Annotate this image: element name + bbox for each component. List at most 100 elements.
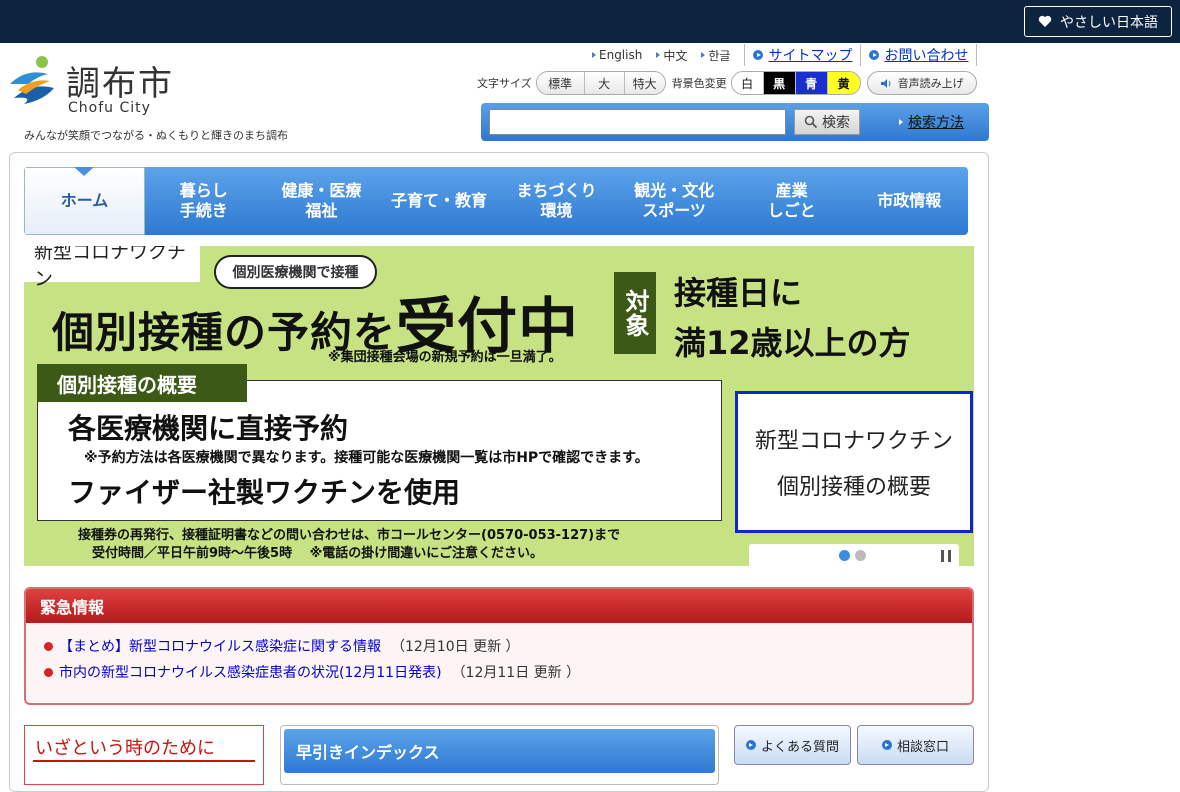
list-item: 市内の新型コロナウイルス感染症患者の状況(12月11日発表) （12月11日 更…	[44, 659, 972, 685]
font-size-xlarge[interactable]: 特大	[624, 72, 665, 94]
contact-label: お問い合わせ	[884, 48, 969, 64]
arrow-right-icon	[656, 52, 661, 58]
arrow-right-icon	[592, 52, 596, 58]
search-button-label: 検索	[822, 115, 850, 131]
update-date: （12月10日 更新 ）	[391, 639, 520, 655]
easy-japanese-label: やさしい日本語	[1060, 14, 1158, 31]
emergency-list: 【まとめ】新型コロナウイルス感染症に関する情報 （12月10日 更新 ） 市内の…	[26, 623, 972, 685]
nav-childcare[interactable]: 子育て・教育	[380, 167, 498, 235]
consult-label: 相談窓口	[896, 739, 949, 755]
banner-target-label: 対象	[614, 272, 656, 354]
bullet-icon	[44, 641, 53, 651]
bullet-icon	[44, 667, 53, 677]
faq-label: よくある質問	[760, 739, 839, 755]
lang-label: 한글	[708, 48, 731, 63]
banner-target-line1: 接種日に	[674, 274, 803, 312]
lang-english[interactable]: English	[592, 48, 642, 62]
banner-box-line2: ※予約方法は各医療機関で異なります。接種可能な医療機関一覧は市HPで確認できます…	[84, 450, 649, 466]
emergency-prep-panel[interactable]: いざという時のために	[24, 725, 264, 785]
banner-box-line3: ファイザー社製ワクチンを使用	[68, 476, 461, 509]
nav-tourism[interactable]: 観光・文化 スポーツ	[615, 167, 733, 235]
vaccine-banner[interactable]: 新型コロナワクチン 個別医療機関で接種 個別接種の予約を受付中 ※集団接種会場の…	[24, 246, 974, 566]
nav-health[interactable]: 健康・医療 福祉	[263, 167, 381, 235]
arrow-right-icon	[701, 52, 706, 58]
search-button[interactable]: 検索	[794, 109, 860, 135]
top-bar: やさしい日本語	[0, 0, 1180, 43]
slider-controls	[749, 544, 959, 566]
circle-arrow-icon	[881, 740, 892, 750]
nav-living[interactable]: 暮らし 手続き	[145, 167, 263, 235]
faq-button[interactable]: よくある質問	[734, 725, 851, 765]
emergency-title: 緊急情報	[26, 589, 972, 623]
banner-side-slide[interactable]: 新型コロナワクチン 個別接種の概要	[735, 391, 973, 533]
site-name-en: Chofu City	[68, 100, 151, 116]
lang-label: 中文	[663, 48, 688, 63]
search-icon	[804, 115, 818, 129]
banner-note: ※集団接種会場の新規予約は一旦満了。	[328, 350, 562, 365]
font-size-large[interactable]: 大	[584, 72, 625, 94]
font-size-group: 標準 大 特大	[535, 71, 666, 95]
emergency-link[interactable]: 市内の新型コロナウイルス感染症患者の状況(12月11日発表)	[59, 662, 442, 682]
slider-dot[interactable]	[839, 550, 850, 561]
voice-label: 音声読み上げ	[897, 77, 964, 90]
list-item: 【まとめ】新型コロナウイルス感染症に関する情報 （12月10日 更新 ）	[44, 633, 972, 659]
banner-tag: 新型コロナワクチン	[24, 246, 200, 290]
bg-color-group: 白 黒 青 黄	[730, 71, 861, 95]
quick-index-title: 早引きインデックス	[284, 729, 715, 773]
update-date: （12月11日 更新 ）	[451, 665, 581, 681]
nav-city-info[interactable]: 市政情報	[850, 167, 968, 235]
circle-arrow-icon	[745, 740, 756, 750]
bg-blue-button[interactable]: 青	[795, 72, 828, 94]
lang-label: English	[599, 48, 643, 62]
contact-link[interactable]: お問い合わせ	[860, 44, 978, 66]
global-nav: ホーム 暮らし 手続き 健康・医療 福祉 子育て・教育 まちづくり 環境 観光・…	[24, 167, 968, 235]
banner-foot-line2: 受付時間／平日午前9時～午後5時 ※電話の掛け間違いにご注意ください。	[92, 546, 543, 561]
nav-home[interactable]: ホーム	[24, 167, 145, 235]
search-help-label: 検索方法	[908, 115, 964, 131]
emergency-prep-title: いざという時のために	[35, 738, 215, 759]
speaker-icon	[880, 78, 891, 88]
slider-dot[interactable]	[855, 550, 866, 561]
banner-box-line1: 各医療機関に直接予約	[68, 412, 349, 445]
accessibility-controls: 文字サイズ 標準 大 特大 背景色変更 白 黒 青 黄 音声読み上げ	[477, 71, 977, 95]
site-name: 調布市	[66, 64, 174, 104]
sitemap-link[interactable]: サイトマップ	[744, 44, 860, 66]
quick-index-panel: 早引きインデックス	[280, 725, 719, 785]
side-slide-line1: 新型コロナワクチン	[754, 429, 953, 454]
bg-white-button[interactable]: 白	[731, 72, 764, 94]
tagline: みんなが笑顔でつながる・ぬくもりと輝きのまち調布	[24, 129, 288, 142]
utility-links: English 中文 한글 サイトマップ お問い合わせ	[592, 44, 978, 66]
bg-yellow-button[interactable]: 黄	[827, 72, 860, 94]
circle-arrow-icon	[869, 50, 880, 60]
chofu-logo-icon[interactable]	[8, 54, 60, 106]
banner-foot-line1: 接種券の再発行、接種証明書などの問い合わせは、市コールセンター(0570-053…	[78, 528, 621, 543]
active-nav-indicator	[74, 167, 94, 176]
banner-footer: 接種券の再発行、接種証明書などの問い合わせは、市コールセンター(0570-053…	[78, 527, 620, 563]
voice-read-button[interactable]: 音声読み上げ	[866, 71, 977, 95]
pause-icon[interactable]	[941, 550, 951, 562]
lang-chinese[interactable]: 中文	[656, 47, 687, 64]
sitemap-label: サイトマップ	[768, 48, 853, 64]
divider	[33, 760, 255, 762]
banner-section-title: 個別接種の概要	[37, 364, 247, 402]
consult-button[interactable]: 相談窓口	[857, 725, 974, 765]
font-size-label: 文字サイズ	[477, 77, 532, 90]
search-help-link[interactable]: 検索方法	[899, 112, 964, 132]
bg-color-label: 背景色変更	[671, 77, 727, 90]
search-bar: 検索 検索方法	[481, 103, 989, 141]
circle-arrow-icon	[753, 50, 764, 60]
bg-black-button[interactable]: 黒	[763, 72, 796, 94]
easy-japanese-button[interactable]: やさしい日本語	[1024, 6, 1172, 37]
search-input[interactable]	[489, 109, 786, 135]
arrow-right-icon	[899, 119, 903, 125]
nav-town[interactable]: まちづくり 環境	[498, 167, 616, 235]
banner-target-text: 接種日に 満12歳以上の方	[674, 268, 911, 368]
side-slide-line2: 個別接種の概要	[776, 475, 931, 500]
banner-target-line2: 満12歳以上の方	[674, 324, 911, 362]
emergency-info: 緊急情報 【まとめ】新型コロナウイルス感染症に関する情報 （12月10日 更新 …	[24, 587, 974, 705]
lang-korean[interactable]: 한글	[701, 47, 730, 64]
font-size-standard[interactable]: 標準	[536, 72, 585, 94]
nav-industry[interactable]: 産業 しごと	[733, 167, 851, 235]
heart-icon	[1038, 15, 1052, 27]
emergency-link[interactable]: 【まとめ】新型コロナウイルス感染症に関する情報	[59, 636, 381, 656]
